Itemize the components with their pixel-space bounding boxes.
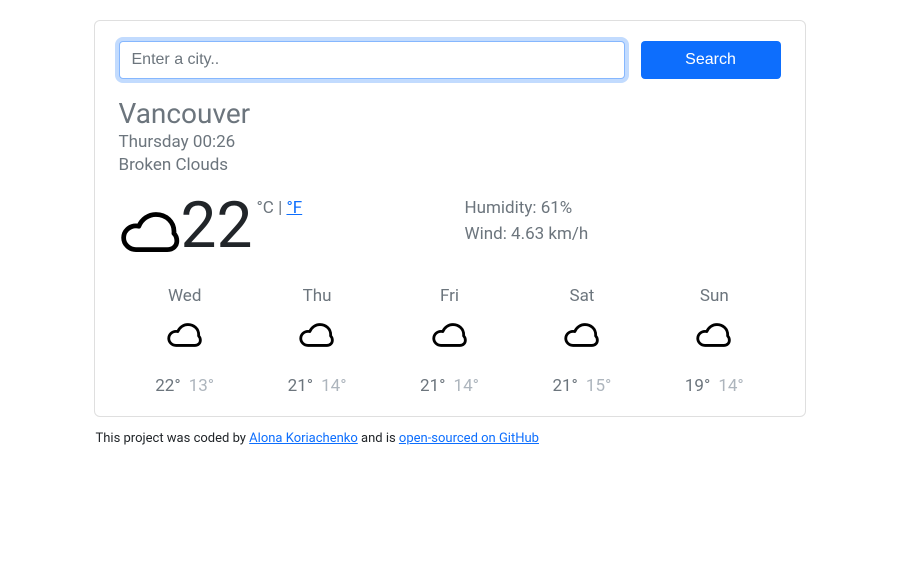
cloud-icon xyxy=(298,316,336,354)
weather-card: Search Vancouver Thursday 00:26 Broken C… xyxy=(94,20,806,417)
condition-text: Broken Clouds xyxy=(119,154,781,178)
unit-fahrenheit-link[interactable]: °F xyxy=(286,198,302,218)
wind-value: 4.63 km/h xyxy=(511,224,588,244)
humidity-value: 61% xyxy=(541,198,573,218)
forecast-low: 13° xyxy=(189,376,214,396)
city-search-input[interactable] xyxy=(119,41,625,79)
cloud-icon xyxy=(563,316,601,354)
forecast-low: 14° xyxy=(718,376,743,396)
forecast-high: 21° xyxy=(288,376,313,396)
footer-credit: This project was coded by Alona Koriache… xyxy=(94,431,806,446)
search-button[interactable]: Search xyxy=(641,41,781,79)
forecast-row: Wed 22° 13° Thu 21° 14° Fri 21° 14° Sat 21° 15° Sun 1… xyxy=(119,286,781,396)
forecast-day: Thu 21° 14° xyxy=(251,286,383,396)
forecast-day: Fri 21° 14° xyxy=(383,286,515,396)
cloud-icon xyxy=(119,200,183,264)
unit-celsius: °C xyxy=(256,198,273,218)
forecast-day: Wed 22° 13° xyxy=(119,286,251,396)
cloud-icon xyxy=(695,316,733,354)
forecast-high: 19° xyxy=(685,376,710,396)
footer-github-link[interactable]: open-sourced on GitHub xyxy=(399,431,539,446)
cloud-icon xyxy=(166,316,204,354)
datetime-text: Thursday 00:26 xyxy=(119,131,781,155)
current-temperature: 22 xyxy=(181,194,253,258)
forecast-day-label: Thu xyxy=(251,286,383,306)
humidity-label: Humidity: xyxy=(465,198,541,218)
forecast-low: 14° xyxy=(454,376,479,396)
unit-toggle: °C | °F xyxy=(256,198,302,218)
current-weather-row: 22 °C | °F Humidity: 61% Wind: 4.63 km/h xyxy=(119,194,781,264)
app-container: Search Vancouver Thursday 00:26 Broken C… xyxy=(90,20,810,446)
forecast-high: 21° xyxy=(552,376,577,396)
wind-row: Wind: 4.63 km/h xyxy=(465,222,781,248)
forecast-day-label: Fri xyxy=(383,286,515,306)
forecast-temps: 19° 14° xyxy=(648,376,780,396)
search-row: Search xyxy=(119,41,781,79)
forecast-day: Sun 19° 14° xyxy=(648,286,780,396)
forecast-day-label: Sun xyxy=(648,286,780,306)
forecast-high: 21° xyxy=(420,376,445,396)
forecast-day: Sat 21° 15° xyxy=(516,286,648,396)
forecast-temps: 22° 13° xyxy=(119,376,251,396)
wind-label: Wind: xyxy=(465,224,512,244)
footer-author-link[interactable]: Alona Koriachenko xyxy=(249,431,358,446)
forecast-temps: 21° 14° xyxy=(251,376,383,396)
footer-prefix: This project was coded by xyxy=(96,431,250,446)
footer-mid: and is xyxy=(358,431,399,446)
humidity-row: Humidity: 61% xyxy=(465,196,781,222)
current-details: Humidity: 61% Wind: 4.63 km/h xyxy=(465,194,781,264)
current-left: 22 °C | °F xyxy=(119,194,435,264)
forecast-temps: 21° 14° xyxy=(383,376,515,396)
cloud-icon xyxy=(431,316,469,354)
unit-separator: | xyxy=(274,198,287,218)
forecast-day-label: Sat xyxy=(516,286,648,306)
forecast-low: 15° xyxy=(586,376,611,396)
forecast-high: 22° xyxy=(155,376,180,396)
city-name: Vancouver xyxy=(119,97,781,131)
forecast-low: 14° xyxy=(321,376,346,396)
forecast-temps: 21° 15° xyxy=(516,376,648,396)
forecast-day-label: Wed xyxy=(119,286,251,306)
